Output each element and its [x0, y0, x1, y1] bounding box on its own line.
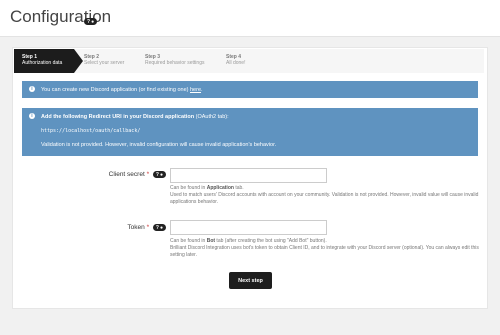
next-step-button[interactable]: Next step	[229, 272, 272, 289]
wizard-step-2: Step 2 Select your server	[84, 49, 124, 73]
hint-suffix: tab (after creating the bot using "Add B…	[215, 238, 327, 244]
required-mark: *	[146, 171, 150, 179]
page-header: Configuration ? ●	[0, 0, 500, 37]
token-hint-line2: Brilliant Discord Integration uses bot's…	[170, 245, 479, 258]
create-app-alert: i You can create new Discord application…	[22, 81, 478, 98]
client-secret-hint: Can be found in Application tab. Used to…	[170, 185, 485, 206]
hint-prefix: Can be found in	[170, 185, 207, 191]
create-app-message: You can create new Discord application (…	[41, 87, 190, 93]
info-icon: i	[29, 86, 35, 92]
wizard-step-title: Step 4	[226, 54, 242, 60]
redirect-uri[interactable]: https://localhost/oauth/callback/	[41, 128, 140, 134]
hint-suffix: tab.	[233, 185, 244, 191]
redirect-title-text: Add the following Redirect URI in your D…	[41, 114, 195, 120]
client-secret-hint-line2: Used to match users' Discord accounts wi…	[170, 192, 479, 205]
redirect-uri-alert: i Add the following Redirect URI in your…	[22, 108, 478, 156]
token-hint-line1: Can be found in Bot tab (after creating …	[170, 238, 485, 245]
client-secret-label: Client secret * ? ●	[80, 171, 166, 178]
page-title: Configuration ? ●	[10, 7, 111, 27]
question-icon: ?	[155, 171, 159, 178]
create-app-suffix: .	[201, 87, 203, 93]
title-help-badge[interactable]: ? ●	[84, 18, 98, 25]
create-app-text: You can create new Discord application (…	[41, 87, 203, 93]
hint-bold: Application	[206, 185, 234, 191]
question-icon: ?	[155, 224, 159, 231]
toggle-icon: ●	[159, 224, 163, 231]
token-help-badge[interactable]: ? ●	[152, 224, 166, 231]
token-input[interactable]	[170, 220, 327, 235]
wizard-step-title: Step 3	[145, 54, 161, 60]
wizard-step-4: Step 4 All done!	[226, 49, 245, 73]
question-icon: ?	[87, 18, 91, 25]
create-app-link[interactable]: here	[190, 87, 201, 93]
wizard-step-subtitle: Select your server	[84, 60, 125, 66]
hint-bold: Bot	[206, 238, 216, 244]
toggle-icon: ●	[91, 18, 95, 25]
validation-note: Validation is not provided. However, inv…	[41, 142, 277, 148]
wizard-step-subtitle: Required behavior settings	[145, 60, 205, 66]
token-hint: Can be found in Bot tab (after creating …	[170, 238, 485, 259]
redirect-title-note: (OAuth2 tab):	[194, 114, 229, 120]
required-mark: *	[146, 224, 150, 232]
active-step-arrow	[74, 49, 83, 73]
wizard-step-3: Step 3 Required behavior settings	[145, 49, 204, 73]
info-icon: i	[29, 113, 35, 119]
hint-prefix: Can be found in	[170, 238, 207, 244]
token-label: Token * ? ●	[80, 224, 166, 231]
client-secret-hint-line1: Can be found in Application tab.	[170, 185, 485, 192]
redirect-title: Add the following Redirect URI in your D…	[41, 114, 229, 120]
client-secret-label-text: Client secret	[108, 171, 145, 179]
toggle-icon: ●	[159, 171, 163, 178]
client-secret-help-badge[interactable]: ? ●	[152, 171, 166, 178]
wizard-step-title: Step 2	[84, 54, 100, 60]
wizard-step-1: Step 1 Authorization data	[14, 49, 74, 73]
wizard-step-title: Step 1	[22, 54, 38, 60]
token-label-text: Token	[127, 224, 145, 232]
wizard-step-subtitle: All done!	[226, 60, 246, 66]
client-secret-input[interactable]	[170, 168, 327, 183]
wizard-steps: Step 1 Authorization data Step 2 Select …	[14, 49, 484, 73]
wizard-step-subtitle: Authorization data	[22, 60, 63, 66]
